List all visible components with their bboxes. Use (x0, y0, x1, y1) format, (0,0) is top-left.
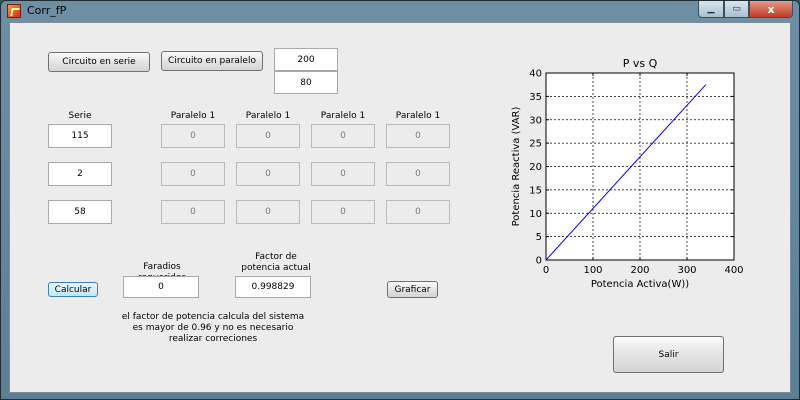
paralelo-input-r1-c2: 0 (236, 124, 300, 148)
paralelo-input-r2-c4: 0 (386, 162, 450, 186)
paralelo-input-r3-c1: 0 (161, 200, 225, 224)
maximize-button[interactable]: ▭ (724, 1, 749, 18)
x-axis-label: Potencia Activa(W)) (591, 279, 689, 290)
y-axis-label: Potencia Reactiva (VAR) (511, 107, 522, 227)
pq-chart-svg: 0 100 200 300 400 0 5 10 15 20 25 30 35 40 P vs Q Poten… (511, 57, 744, 290)
minimize-icon: ▁ (707, 4, 715, 14)
y-tick-label-35: 35 (529, 92, 542, 103)
title-bar[interactable]: Corr_fP ▁ ▭ x (1, 1, 799, 21)
factor-potencia-output[interactable]: 0.998829 (235, 276, 311, 298)
paralelo-input-r2-c2: 0 (236, 162, 300, 186)
paralelo-header-2: Paralelo 1 (245, 111, 291, 121)
serie-input-2[interactable]: 2 (48, 162, 112, 186)
x-tick-label-0: 0 (543, 265, 549, 276)
salir-button[interactable]: Salir (613, 336, 724, 373)
input-top-2[interactable]: 80 (274, 71, 338, 94)
paralelo-input-r1-c1: 0 (161, 124, 225, 148)
x-tick-label-300: 300 (677, 265, 696, 276)
result-message: el factor de potencia calcula del sistem… (121, 312, 305, 344)
serie-input-1[interactable]: 115 (48, 124, 112, 148)
input-top-1[interactable]: 200 (274, 48, 338, 71)
maximize-icon: ▭ (732, 4, 741, 14)
y-tick-label-40: 40 (529, 69, 542, 80)
pq-chart: 0 100 200 300 400 0 5 10 15 20 25 30 35 40 P vs Q Poten… (500, 55, 750, 325)
paralelo-header-3: Paralelo 1 (320, 111, 366, 121)
close-button[interactable]: x (749, 1, 793, 18)
paralelo-input-r1-c4: 0 (386, 124, 450, 148)
matlab-app-icon (7, 4, 21, 18)
window-title: Corr_fP (27, 4, 67, 17)
x-tick-label-400: 400 (724, 265, 743, 276)
paralelo-header-1: Paralelo 1 (170, 111, 216, 121)
figure-client-area: Circuito en serie Circuito en paralelo 2… (9, 22, 791, 393)
y-tick-label-15: 15 (529, 185, 542, 196)
paralelo-input-r3-c3: 0 (311, 200, 375, 224)
paralelo-input-r1-c3: 0 (311, 124, 375, 148)
serie-header: Serie (68, 111, 92, 121)
y-tick-label-20: 20 (529, 162, 542, 173)
x-tick-label-200: 200 (630, 265, 649, 276)
paralelo-input-r3-c2: 0 (236, 200, 300, 224)
paralelo-input-r2-c3: 0 (311, 162, 375, 186)
y-tick-label-5: 5 (536, 232, 542, 243)
graficar-button[interactable]: Graficar (387, 281, 438, 298)
app-window: Corr_fP ▁ ▭ x Circuito en serie Circuito… (0, 0, 800, 400)
y-tick-label-25: 25 (529, 139, 542, 150)
paralelo-header-4: Paralelo 1 (395, 111, 441, 121)
paralelo-input-r2-c1: 0 (161, 162, 225, 186)
faradios-output[interactable]: 0 (123, 276, 199, 298)
close-icon: x (767, 2, 775, 16)
calcular-button[interactable]: Calcular (48, 282, 98, 297)
circuito-paralelo-button[interactable]: Circuito en paralelo (161, 51, 263, 71)
window-controls: ▁ ▭ x (698, 1, 793, 19)
y-tick-label-10: 10 (529, 209, 542, 220)
chart-title: P vs Q (623, 57, 658, 70)
minimize-button[interactable]: ▁ (698, 1, 724, 18)
factor-potencia-label: Factor de potencia actual (241, 252, 311, 273)
serie-input-3[interactable]: 58 (48, 200, 112, 224)
circuito-serie-button[interactable]: Circuito en serie (48, 52, 150, 72)
y-tick-label-0: 0 (536, 256, 542, 267)
paralelo-input-r3-c4: 0 (386, 200, 450, 224)
y-tick-label-30: 30 (529, 115, 542, 126)
x-tick-label-100: 100 (583, 265, 602, 276)
